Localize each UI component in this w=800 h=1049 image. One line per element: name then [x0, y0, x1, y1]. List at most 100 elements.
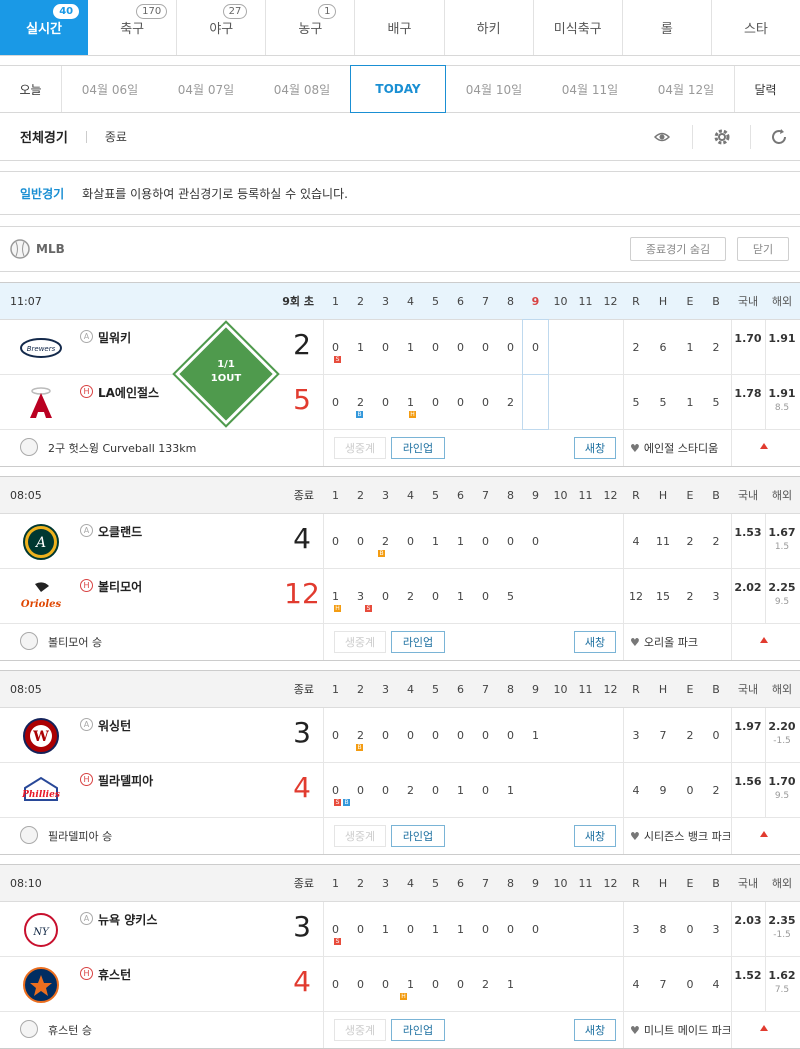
game-status: 종료	[293, 683, 314, 696]
tab-lol[interactable]: 롤	[622, 0, 712, 55]
odds-domestic[interactable]: 1.78	[731, 387, 765, 400]
team-name[interactable]: 밀워키	[98, 329, 131, 346]
lineup-button[interactable]: 라인업	[391, 825, 445, 847]
date-item[interactable]: 04월 12일	[638, 66, 734, 112]
game-time: 08:05	[10, 488, 42, 502]
inning-score: 0	[457, 977, 464, 991]
tab-soccer[interactable]: 축구 170	[88, 0, 178, 55]
divider	[731, 320, 732, 374]
odds-domestic[interactable]: 1.52	[731, 969, 765, 982]
date-today-link[interactable]: 오늘	[0, 66, 62, 112]
inning-score	[548, 957, 573, 1011]
tab-hockey[interactable]: 하키	[444, 0, 534, 55]
collapse-arrow-icon[interactable]	[760, 831, 768, 837]
odds-domestic[interactable]: 1.53	[731, 526, 765, 539]
lineup-button[interactable]: 라인업	[391, 437, 445, 459]
team-name[interactable]: 오클랜드	[98, 523, 142, 540]
tab-starcraft[interactable]: 스타	[711, 0, 800, 55]
calendar-button[interactable]: 달력	[734, 66, 796, 112]
collapse-arrow-icon[interactable]	[760, 443, 768, 449]
date-item[interactable]: 04월 11일	[542, 66, 638, 112]
odds-domestic[interactable]: 1.56	[731, 775, 765, 788]
game-time: 08:10	[10, 876, 42, 890]
new-window-button[interactable]: 새창	[574, 631, 616, 653]
live-cast-button[interactable]: 생중계	[334, 1019, 386, 1041]
divider	[731, 624, 732, 660]
live-cast-button[interactable]: 생중계	[334, 437, 386, 459]
team-stat: 0	[712, 728, 720, 742]
team-name[interactable]: LA에인절스	[98, 384, 159, 401]
eye-icon[interactable]	[654, 129, 670, 145]
odds-abroad[interactable]: 1.62	[765, 969, 799, 982]
divider	[731, 1012, 732, 1048]
odds-handicap: 9.5	[774, 597, 790, 607]
live-cast-button[interactable]: 생중계	[334, 631, 386, 653]
odds-abroad[interactable]: 2.25	[765, 581, 799, 594]
close-button[interactable]: 닫기	[737, 237, 789, 261]
date-item-today[interactable]: TODAY	[350, 65, 446, 113]
filter-all[interactable]: 전체경기	[20, 127, 68, 146]
inning-header: 10	[553, 294, 568, 308]
team-name[interactable]: 볼티모어	[98, 578, 142, 595]
odds-domestic[interactable]: 1.97	[731, 720, 765, 733]
inning-header: 4	[407, 682, 414, 696]
hide-ended-button[interactable]: 종료경기 숨김	[630, 237, 726, 261]
inning-score: 1	[407, 395, 414, 409]
collapse-arrow-icon[interactable]	[760, 637, 768, 643]
date-item[interactable]: 04월 10일	[446, 66, 542, 112]
event-marker-icon: S	[365, 605, 372, 612]
tab-volleyball[interactable]: 배구	[355, 0, 445, 55]
odds-abroad[interactable]: 1.70	[765, 775, 799, 788]
odds-domestic[interactable]: 1.70	[731, 332, 765, 345]
lineup-button[interactable]: 라인업	[391, 1019, 445, 1041]
odds-domestic[interactable]: 2.03	[731, 914, 765, 927]
svg-text:Phillies: Phillies	[21, 790, 60, 800]
divider	[623, 430, 624, 466]
live-cast-button[interactable]: 생중계	[334, 825, 386, 847]
new-window-button[interactable]: 새창	[574, 825, 616, 847]
tab-football[interactable]: 미식축구	[533, 0, 623, 55]
tab-live[interactable]: 실시간 40	[0, 0, 89, 55]
divider	[765, 320, 766, 374]
odds-abroad[interactable]: 1.91	[765, 387, 799, 400]
inning-header: 8	[507, 294, 514, 308]
team-name[interactable]: 필라델피아	[98, 772, 153, 789]
inning-score: 0	[482, 534, 489, 548]
odds-domestic[interactable]: 2.02	[731, 581, 765, 594]
divider	[323, 1012, 324, 1048]
lineup-button[interactable]: 라인업	[391, 631, 445, 653]
new-window-button[interactable]: 새창	[574, 437, 616, 459]
event-markers: S	[334, 938, 341, 945]
filter-ended[interactable]: 종료	[105, 128, 127, 145]
team-row-away: A A 오클랜드 4 0 0 2 0 1 1 0 0 0 4 11 2 2 1.53 1.67 1.5 B	[0, 514, 800, 569]
inning-score	[598, 320, 623, 374]
inning-header: 10	[553, 876, 568, 890]
date-item[interactable]: 04월 08일	[254, 66, 350, 112]
inning-score	[598, 763, 623, 817]
date-item[interactable]: 04월 07일	[158, 66, 254, 112]
inning-header: 11	[578, 876, 593, 890]
date-item[interactable]: 04월 06일	[62, 66, 158, 112]
odds-handicap: 9.5	[774, 791, 790, 801]
odds-abroad[interactable]: 1.91	[765, 332, 799, 345]
game-status: 종료	[293, 877, 314, 890]
inning-header: 3	[382, 682, 389, 696]
tab-basketball[interactable]: 농구 1	[266, 0, 356, 55]
gear-icon[interactable]	[713, 128, 731, 146]
inning-score: 2	[407, 589, 414, 603]
odds-abroad[interactable]: 1.67	[765, 526, 799, 539]
inning-score: 1	[457, 534, 464, 548]
team-name[interactable]: 뉴욕 양키스	[98, 911, 157, 928]
team-row-away: NY A 뉴욕 양키스 3 0 0 1 0 1 1 0 0 0 3 8 0 3 2.03 2.35 -1.5 S	[0, 902, 800, 957]
tab-baseball[interactable]: 야구 27	[177, 0, 267, 55]
team-stat: 7	[659, 977, 667, 991]
collapse-arrow-icon[interactable]	[760, 1025, 768, 1031]
refresh-icon[interactable]	[770, 128, 788, 146]
new-window-button[interactable]: 새창	[574, 1019, 616, 1041]
team-name[interactable]: 워싱턴	[98, 717, 131, 734]
team-name[interactable]: 휴스턴	[98, 966, 131, 983]
team-stat: 5	[632, 395, 640, 409]
divider	[765, 763, 766, 817]
odds-abroad[interactable]: 2.35	[765, 914, 799, 927]
odds-abroad[interactable]: 2.20	[765, 720, 799, 733]
